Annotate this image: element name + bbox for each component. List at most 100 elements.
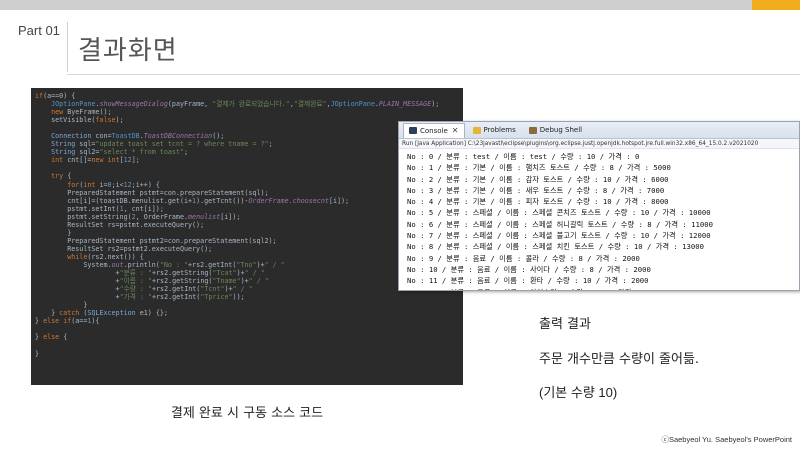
top-bar-accent	[752, 0, 800, 10]
code-token: {	[59, 333, 68, 342]
console-line: No : 6 / 분류 : 스페셜 / 이름 : 스페셜 허니갈릭 토스트 / …	[407, 219, 713, 229]
code-line: JOptionPane.showMessageDialog(payFrame, …	[35, 100, 463, 108]
code-token: cnt[]=	[63, 156, 92, 165]
code-token: while	[67, 252, 88, 261]
console-line: No : 9 / 분류 : 음료 / 이름 : 콜라 / 수량 : 8 / 가격…	[407, 253, 640, 263]
code-token: +	[35, 269, 120, 278]
tab-console[interactable]: Console ✕	[403, 122, 465, 138]
code-token: ToastDB	[111, 132, 140, 141]
code-token: +rs2.getInt(	[152, 285, 201, 294]
code-token: (a==	[71, 317, 88, 326]
code-token: )+	[224, 285, 233, 294]
code-token: ).getTcnt())-	[196, 196, 249, 205]
code-token: +rs2.getInt(	[152, 293, 201, 302]
code-token: PreparedStatement pstmt=con.prepareState…	[35, 188, 269, 197]
tab-problems[interactable]: Problems	[468, 123, 521, 138]
code-token: PreparedStatement pstmt2=con.prepareStat…	[35, 236, 277, 245]
code-token: JOptionPane	[51, 100, 96, 109]
code-token: PLAIN_MESSAGE	[378, 100, 432, 109]
code-token: ;	[184, 148, 189, 157]
console-line: No : 1 / 분류 : 기본 / 이름 : 햄치즈 토스트 / 수량 : 8…	[407, 163, 671, 173]
code-token: cnt[i]=(toastDB.menulist.get(i+	[35, 196, 193, 205]
close-icon[interactable]: ✕	[452, 126, 459, 135]
code-token: }	[35, 301, 88, 310]
code-token: Connection	[51, 132, 92, 141]
console-line: No : 7 / 분류 : 스페셜 / 이름 : 스페셜 불고기 토스트 / 수…	[407, 231, 711, 241]
code-token: +	[35, 285, 120, 294]
code-token: new	[51, 108, 64, 117]
code-token: sql2=	[75, 148, 100, 157]
footer-credit: ⓒSaebyeol Yu. Saebyeol's PowerPoint	[661, 435, 792, 444]
code-token: ResultSet rs2=pstmt2.executeQuery();	[35, 244, 213, 253]
code-token: [i]);	[328, 196, 350, 205]
result-note: (기본 수량 10)	[539, 385, 618, 400]
code-token: ;	[268, 140, 273, 149]
code-token: 12	[123, 156, 132, 165]
console-tab-bar: Console ✕ Problems Debug Shell	[399, 122, 799, 139]
code-token: , cnt[i]);	[123, 204, 164, 213]
part-label: Part 01	[18, 23, 60, 38]
code-token: "결제완료"	[293, 100, 327, 109]
code-token: [i]);	[220, 212, 241, 221]
tab-debug-shell[interactable]: Debug Shell	[524, 123, 587, 138]
code-token: " / "	[264, 260, 285, 269]
code-token: "Tno"	[236, 260, 257, 269]
code-token: JOptionPane	[330, 100, 375, 109]
code-token: }	[35, 228, 72, 237]
console-line: No : 11 / 분류 : 음료 / 이름 : 환타 / 수량 : 10 / …	[407, 276, 649, 286]
code-line: }	[35, 301, 463, 309]
console-line: No : 0 / 분류 : test / 이름 : test / 수량 : 10…	[407, 152, 640, 161]
code-token: ResultSet rs=pstmt.executeQuery();	[35, 220, 205, 229]
code-token: )+	[240, 277, 249, 286]
console-run-header: Run [Java Application] C:\23javastl\ecli…	[399, 139, 799, 149]
tab-debug-shell-label: Debug Shell	[539, 126, 583, 134]
code-token: (rs2.next()) {	[87, 252, 144, 261]
code-token: if	[35, 92, 44, 100]
code-token: try	[51, 172, 64, 181]
code-token: 12	[123, 180, 132, 189]
code-token: String	[51, 140, 76, 149]
console-icon	[409, 127, 417, 134]
title-underline	[67, 74, 800, 75]
code-token: int	[51, 156, 64, 165]
code-token: "이름 : "	[119, 277, 152, 286]
code-token: );	[431, 100, 440, 109]
result-description: 주문 개수만큼 수량이 줄어듦.	[539, 352, 700, 367]
code-token: , OrderFrame.	[135, 212, 189, 221]
code-line: }	[35, 350, 463, 358]
code-token: +rs2.getInt(	[188, 260, 237, 269]
code-token: false	[95, 116, 116, 125]
code-token: " / "	[248, 277, 269, 286]
console-line: No : 2 / 분류 : 기본 / 이름 : 감자 토스트 / 수량 : 10…	[407, 174, 669, 184]
console-output[interactable]: No : 0 / 분류 : test / 이름 : test / 수량 : 10…	[399, 149, 799, 290]
code-token: }	[35, 317, 44, 326]
code-token: ToastDBConnection	[143, 132, 213, 141]
code-token: else if	[43, 317, 72, 326]
code-token: ByeFrame();	[63, 108, 112, 117]
code-token: +rs2.getString(	[152, 269, 213, 278]
code-token: }	[35, 333, 44, 342]
code-token: String	[51, 148, 76, 157]
console-line: No : 5 / 분류 : 스페셜 / 이름 : 스페셜 콘치즈 토스트 / 수…	[407, 208, 711, 218]
code-token: "Tname"	[212, 277, 241, 286]
code-token: " / "	[244, 269, 265, 278]
code-token: "No : "	[159, 260, 189, 269]
code-token: "Tprice"	[200, 293, 233, 302]
code-token: +rs2.getString(	[152, 277, 213, 286]
code-line: +"가격 : "+rs2.getInt("Tprice"));	[35, 293, 463, 301]
console-line: No : 3 / 분류 : 기본 / 이름 : 새우 토스트 / 수량 : 8 …	[407, 185, 665, 195]
code-token: ));	[232, 293, 245, 302]
code-token: int	[83, 180, 96, 189]
code-token: .println(	[123, 260, 160, 269]
code-token: ();	[212, 132, 225, 141]
code-token: (payFrame,	[167, 100, 213, 109]
code-token: setVisible(	[35, 116, 96, 125]
console-line: No : 4 / 분류 : 기본 / 이름 : 피자 토스트 / 수량 : 10…	[407, 197, 669, 207]
